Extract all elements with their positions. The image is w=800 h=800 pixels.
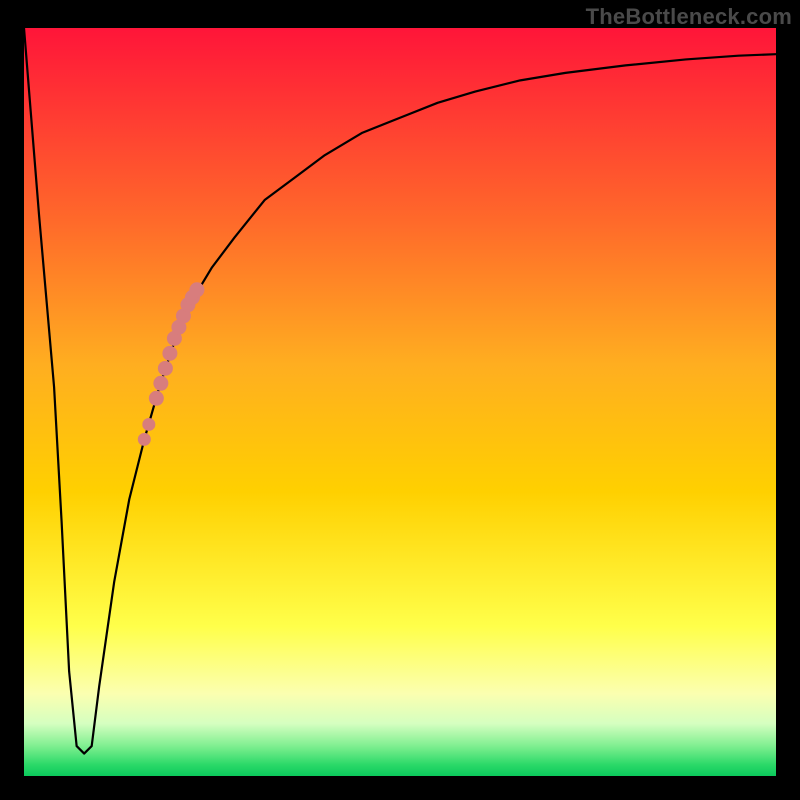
bottleneck-curve xyxy=(24,28,776,754)
chart-frame: TheBottleneck.com xyxy=(0,0,800,800)
highlight-dot xyxy=(149,391,164,406)
plot-area xyxy=(24,28,776,776)
highlight-dot xyxy=(189,282,204,297)
highlight-dots xyxy=(138,282,205,446)
watermark-label: TheBottleneck.com xyxy=(586,4,792,30)
highlight-dot xyxy=(138,433,151,446)
highlight-dot xyxy=(162,346,177,361)
highlight-dot xyxy=(142,418,155,431)
curve-layer xyxy=(24,28,776,776)
highlight-dot xyxy=(158,361,173,376)
highlight-dot xyxy=(153,376,168,391)
